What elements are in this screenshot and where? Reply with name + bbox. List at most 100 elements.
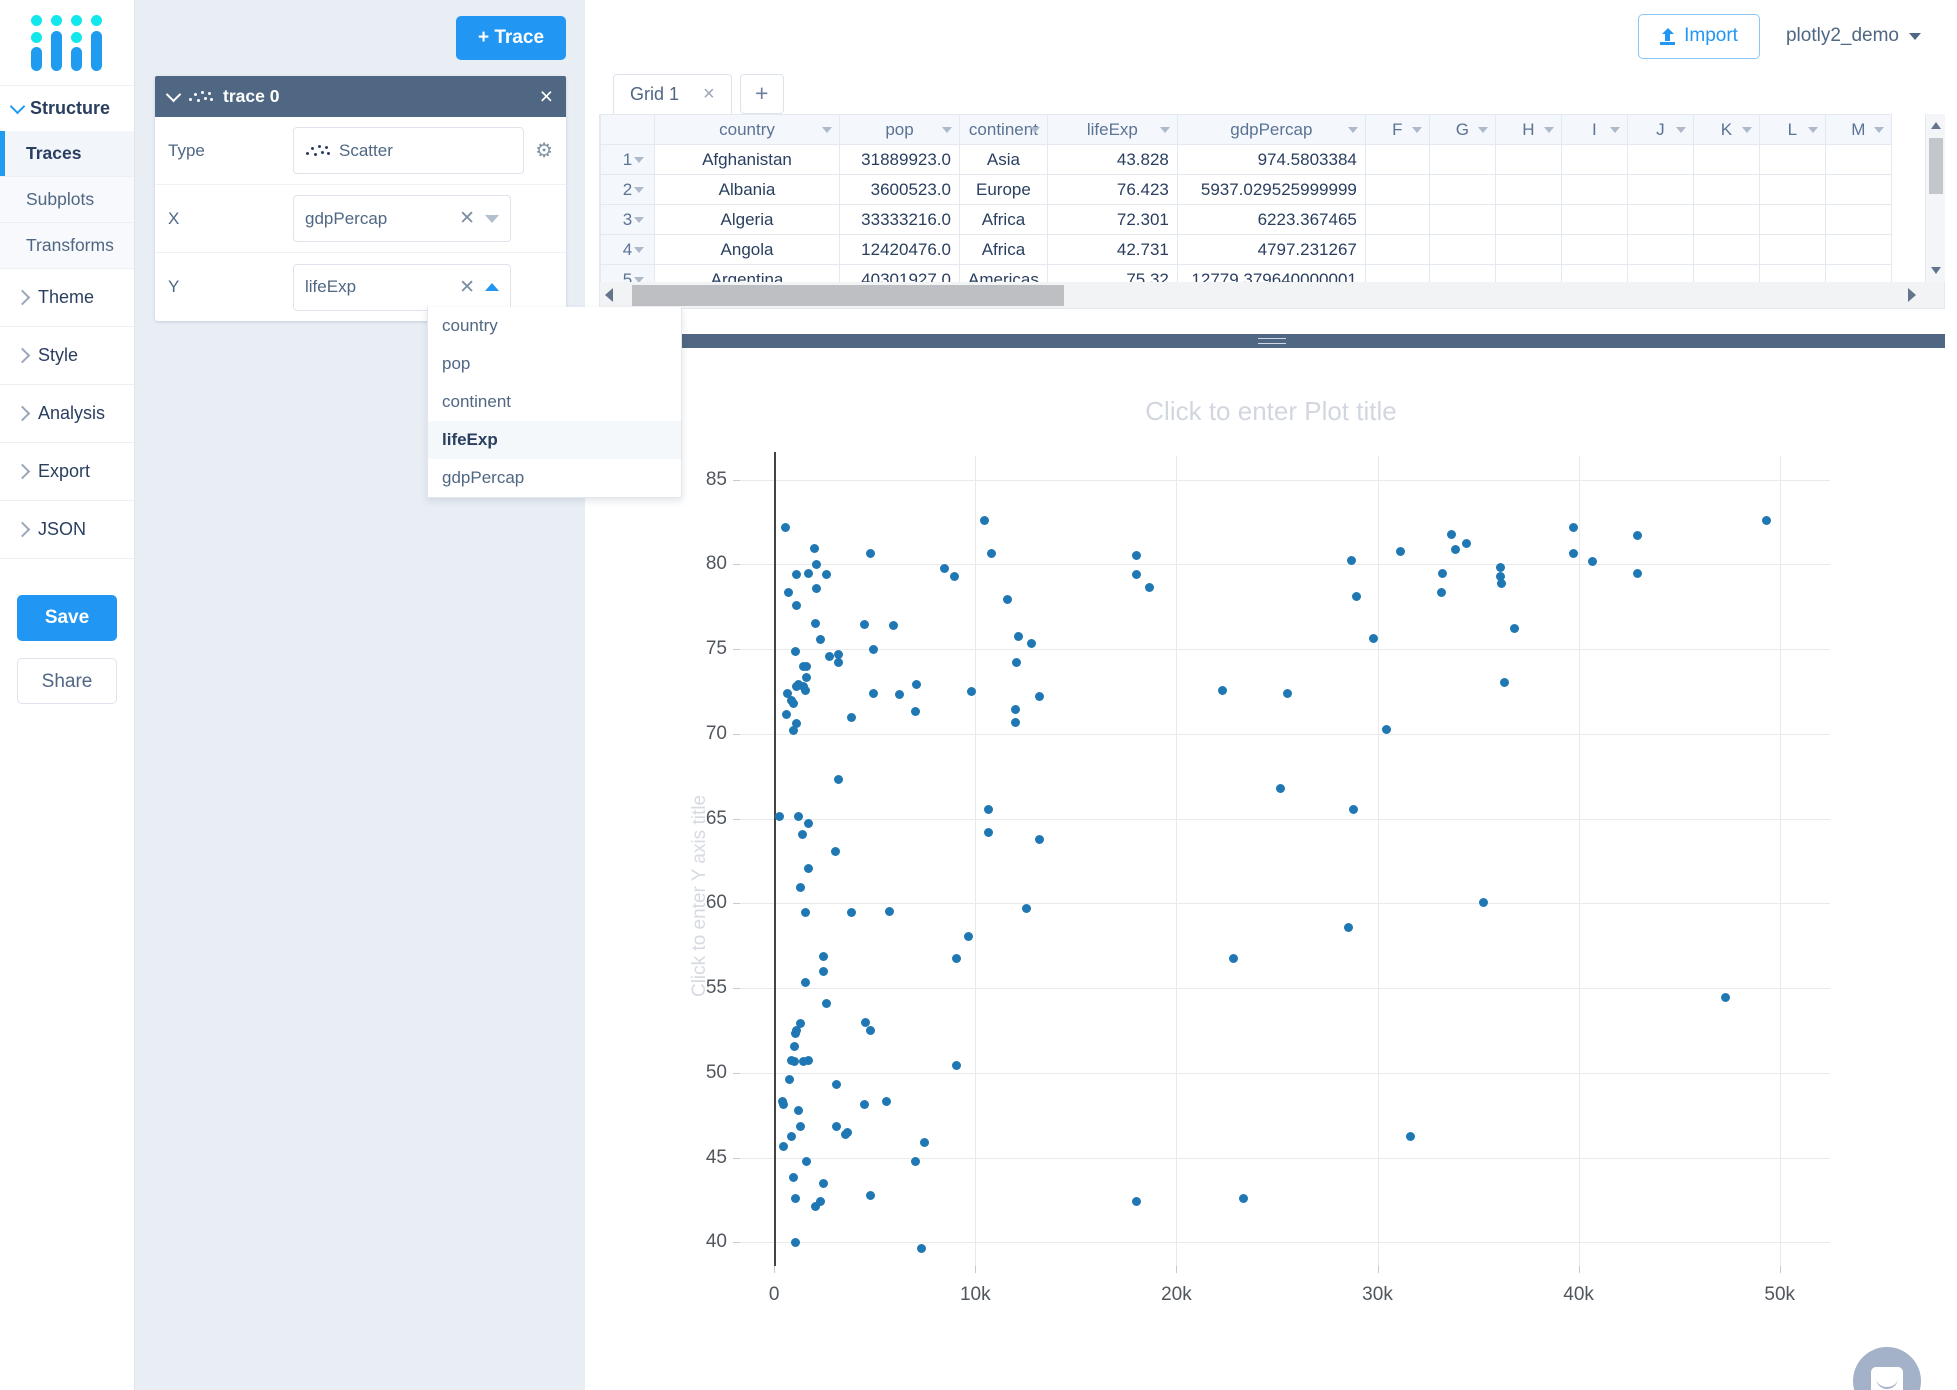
column-header-continent[interactable]: continent — [959, 114, 1048, 145]
plot-area[interactable]: 40 45 50 55 60 65 70 75 80 85 0 10k 20k 30k 40k 50k — [706, 452, 1830, 1305]
table-row[interactable]: 2 Albania 3600523.0 Europe 76.423 5937.029525… — [600, 174, 1892, 205]
chevron-down-icon[interactable] — [634, 156, 644, 163]
table-cell[interactable]: 974.5803384 — [1176, 144, 1366, 175]
table-cell[interactable] — [1824, 234, 1892, 265]
pane-splitter[interactable] — [599, 334, 1945, 348]
trace-y-select[interactable]: lifeExp ✕ — [293, 263, 511, 311]
chevron-down-icon[interactable] — [1411, 126, 1422, 133]
row-header[interactable]: 5 — [600, 264, 655, 282]
table-row[interactable]: 1 Afghanistan 31889923.0 Asia 43.828 974.5803… — [600, 144, 1892, 175]
table-cell[interactable] — [1824, 264, 1892, 282]
scatter-point[interactable] — [1012, 657, 1022, 667]
scatter-point[interactable] — [818, 966, 828, 976]
scatter-point[interactable] — [831, 1079, 841, 1089]
scatter-point[interactable] — [939, 563, 949, 573]
import-button[interactable]: Import — [1638, 13, 1760, 59]
table-cell[interactable] — [1824, 144, 1892, 175]
scatter-point[interactable] — [966, 687, 976, 697]
scatter-point[interactable] — [1010, 705, 1020, 715]
table-cell[interactable] — [1560, 144, 1628, 175]
chevron-down-icon[interactable] — [1807, 126, 1818, 133]
table-cell[interactable]: Americas — [959, 264, 1048, 282]
chevron-down-icon[interactable] — [634, 246, 644, 253]
table-cell[interactable]: 33333216.0 — [839, 204, 960, 235]
table-cell[interactable]: Algeria — [654, 204, 840, 235]
clear-icon[interactable]: ✕ — [459, 276, 475, 299]
table-cell[interactable] — [1428, 144, 1496, 175]
scatter-point[interactable] — [910, 706, 920, 716]
plot-title[interactable]: Click to enter Plot title — [585, 396, 1957, 427]
save-button[interactable]: Save — [17, 595, 117, 641]
sidebar-group-theme[interactable]: Theme — [0, 269, 134, 327]
scatter-point[interactable] — [1762, 515, 1772, 525]
table-cell[interactable]: Argentina — [654, 264, 840, 282]
scatter-point[interactable] — [1014, 632, 1024, 641]
table-cell[interactable]: Afghanistan — [654, 144, 840, 175]
chevron-down-icon[interactable] — [1741, 126, 1752, 133]
chevron-down-icon[interactable] — [942, 126, 952, 133]
scatter-point[interactable] — [916, 1244, 926, 1254]
scatter-point[interactable] — [791, 569, 801, 579]
clear-icon[interactable]: ✕ — [459, 207, 475, 230]
table-cell[interactable]: Africa — [959, 204, 1048, 235]
scatter-point[interactable] — [1228, 954, 1238, 964]
chevron-down-icon[interactable] — [822, 126, 832, 133]
scatter-point[interactable] — [815, 635, 825, 645]
table-row[interactable]: 3 Algeria 33333216.0 Africa 72.301 6223.36746… — [600, 204, 1892, 235]
scatter-point[interactable] — [779, 1141, 789, 1151]
scatter-point[interactable] — [984, 804, 994, 814]
scatter-point[interactable] — [800, 978, 810, 988]
scatter-point[interactable] — [810, 619, 820, 629]
scatter-point[interactable] — [1145, 583, 1155, 593]
scatter-point[interactable] — [841, 1129, 851, 1139]
sidebar-item-subplots[interactable]: Subplots — [0, 177, 134, 223]
table-cell[interactable] — [1428, 234, 1496, 265]
chevron-down-icon[interactable] — [485, 214, 499, 223]
sidebar-item-transforms[interactable]: Transforms — [0, 223, 134, 269]
table-cell[interactable]: Albania — [654, 174, 840, 205]
table-cell[interactable] — [1758, 234, 1826, 265]
table-cell[interactable]: 12420476.0 — [839, 234, 960, 265]
scatter-point[interactable] — [952, 1061, 961, 1071]
dropdown-option-lifeExp[interactable]: lifeExp — [428, 421, 681, 459]
scatter-point[interactable] — [1509, 624, 1519, 634]
table-cell[interactable] — [1824, 204, 1892, 235]
close-icon[interactable]: × — [703, 83, 715, 106]
scatter-point[interactable] — [801, 686, 811, 696]
sidebar-item-traces[interactable]: Traces — [0, 131, 134, 177]
scatter-point[interactable] — [1633, 531, 1643, 541]
table-cell[interactable]: 40301927.0 — [839, 264, 960, 282]
trace-card-header[interactable]: trace 0 × — [155, 76, 566, 117]
chevron-down-icon[interactable] — [1347, 126, 1358, 133]
scatter-point[interactable] — [810, 544, 820, 553]
chevron-down-icon[interactable] — [1029, 126, 1040, 133]
scatter-point[interactable] — [793, 1105, 803, 1115]
scatter-point[interactable] — [819, 1178, 829, 1188]
column-header-J[interactable]: J — [1626, 114, 1694, 145]
scatter-point[interactable] — [822, 998, 832, 1008]
table-cell[interactable]: 12779.379640000001 — [1176, 264, 1366, 282]
table-cell[interactable]: 75.32 — [1046, 264, 1178, 282]
table-cell[interactable] — [1824, 174, 1892, 205]
scatter-point[interactable] — [801, 1157, 811, 1167]
scatter-point[interactable] — [984, 828, 994, 838]
table-cell[interactable] — [1692, 144, 1760, 175]
sheet-corner-cell[interactable] — [600, 114, 655, 145]
scatter-point[interactable] — [1568, 548, 1578, 558]
trace-x-select[interactable]: gdpPercap ✕ — [293, 195, 511, 242]
table-cell[interactable] — [1494, 174, 1562, 205]
table-cell[interactable] — [1560, 264, 1628, 282]
column-header-pop[interactable]: pop — [839, 114, 960, 145]
table-cell[interactable]: Angola — [654, 234, 840, 265]
scatter-point[interactable] — [803, 863, 813, 873]
scatter-point[interactable] — [894, 690, 904, 700]
scatter-point[interactable] — [1276, 783, 1286, 793]
scatter-point[interactable] — [779, 1099, 789, 1109]
column-header-K[interactable]: K — [1692, 114, 1760, 145]
close-icon[interactable]: × — [540, 85, 553, 108]
table-cell[interactable] — [1692, 234, 1760, 265]
table-cell[interactable] — [1758, 204, 1826, 235]
scatter-point[interactable] — [815, 1197, 825, 1207]
table-cell[interactable] — [1428, 174, 1496, 205]
scatter-point[interactable] — [797, 830, 807, 840]
